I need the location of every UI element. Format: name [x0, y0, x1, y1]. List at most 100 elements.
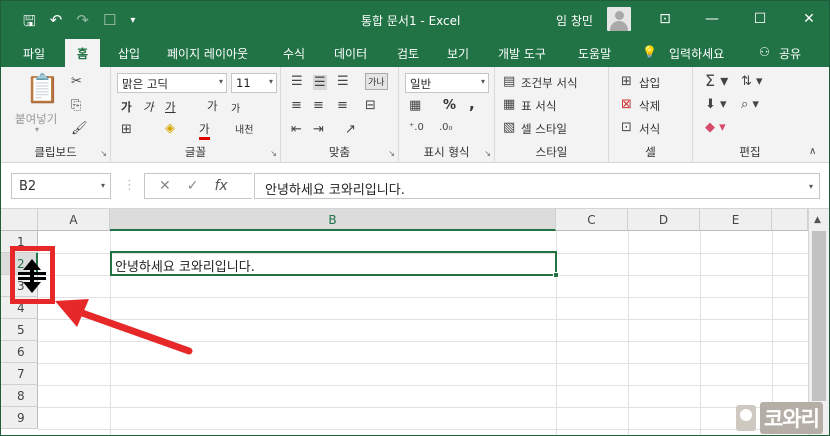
- column-header-c[interactable]: C: [556, 209, 628, 231]
- decrease-font-button[interactable]: 가: [231, 100, 240, 115]
- paste-dropdown-icon[interactable]: ▾: [35, 125, 39, 134]
- ribbon-display-icon[interactable]: ⊡: [652, 7, 678, 31]
- column-header-d[interactable]: D: [628, 209, 700, 231]
- italic-button[interactable]: 가: [143, 99, 154, 115]
- enter-icon[interactable]: ✓: [187, 178, 199, 194]
- wrap-text-button[interactable]: 가나: [365, 73, 388, 90]
- conditional-format-button[interactable]: 조건부 서식: [521, 75, 578, 91]
- font-launcher-icon[interactable]: ↘: [270, 149, 277, 158]
- row-header-8[interactable]: 8: [1, 385, 38, 407]
- tab-home[interactable]: 홈: [65, 39, 101, 67]
- phonetic-button[interactable]: 내천: [235, 121, 253, 136]
- decrease-decimal-icon[interactable]: .0₀: [439, 123, 453, 133]
- format-table-button[interactable]: 표 서식: [521, 98, 556, 114]
- find-select-icon[interactable]: ⌕ ▾: [741, 98, 759, 111]
- border-icon[interactable]: ⊞: [121, 123, 132, 136]
- font-size-select[interactable]: 11 ▾: [231, 73, 277, 93]
- increase-font-button[interactable]: 가: [207, 98, 218, 114]
- cell-styles-icon[interactable]: ▧: [503, 121, 515, 134]
- orientation-icon[interactable]: ↗: [345, 123, 356, 136]
- customize-qat-icon[interactable]: ▾: [130, 11, 135, 36]
- cell-b2[interactable]: 안녕하세요 코와리입니다.: [110, 251, 559, 278]
- cut-icon[interactable]: ✂: [71, 75, 82, 88]
- increase-decimal-icon[interactable]: ⁺.0: [409, 123, 424, 133]
- tab-data[interactable]: 데이터: [334, 45, 367, 62]
- insert-cells-button[interactable]: 삽입: [639, 75, 660, 91]
- font-color-button[interactable]: 가: [199, 121, 210, 140]
- user-name[interactable]: 임 창민: [556, 12, 593, 29]
- collapse-ribbon-icon[interactable]: ∧: [809, 147, 816, 157]
- align-bottom-icon[interactable]: ☰: [337, 75, 349, 88]
- scroll-thumb[interactable]: [812, 231, 826, 401]
- gridline: [628, 231, 629, 435]
- format-cells-icon[interactable]: ⊡: [621, 121, 632, 134]
- row-header-6[interactable]: 6: [1, 341, 38, 363]
- conditional-format-icon[interactable]: ▤: [503, 75, 515, 88]
- align-center-icon[interactable]: ≡: [313, 99, 324, 112]
- name-box[interactable]: B2 ▾: [11, 173, 111, 199]
- fill-color-icon[interactable]: ◈: [165, 122, 175, 135]
- number-format-select[interactable]: 일반 ▾: [405, 73, 489, 93]
- percent-button[interactable]: %: [443, 98, 456, 113]
- close-icon[interactable]: ✕: [796, 7, 822, 31]
- column-header-e[interactable]: E: [700, 209, 772, 231]
- cell-styles-button[interactable]: 셀 스타일: [521, 121, 567, 137]
- save-icon[interactable]: 🖫: [23, 11, 36, 36]
- formula-input[interactable]: 안녕하세요 코와리입니다. ▾: [254, 173, 820, 199]
- bold-button[interactable]: 가: [121, 99, 132, 115]
- copy-icon[interactable]: ⎘: [71, 99, 81, 112]
- column-header-a[interactable]: A: [38, 209, 110, 231]
- tab-insert[interactable]: 삽입: [118, 45, 140, 62]
- row-header-7[interactable]: 7: [1, 363, 38, 385]
- font-name-select[interactable]: 맑은 고딕 ▾: [117, 73, 227, 93]
- format-table-icon[interactable]: ▦: [503, 98, 515, 111]
- tab-help[interactable]: 도움말: [578, 45, 611, 62]
- accounting-icon[interactable]: ▦: [409, 99, 421, 112]
- autosum-icon[interactable]: Σ ▾: [705, 73, 728, 89]
- alignment-launcher-icon[interactable]: ↘: [388, 149, 395, 158]
- clear-icon[interactable]: ◆ ▾: [705, 121, 726, 134]
- format-cells-button[interactable]: 서식: [639, 121, 660, 137]
- insert-function-icon[interactable]: fx: [214, 178, 227, 194]
- align-top-icon[interactable]: ☰: [291, 75, 303, 88]
- tab-formulas[interactable]: 수식: [283, 45, 305, 62]
- column-header-b[interactable]: B: [110, 209, 556, 231]
- tab-page-layout[interactable]: 페이지 레이아웃: [167, 45, 248, 62]
- sort-filter-icon[interactable]: ⇅ ▾: [741, 75, 763, 88]
- delete-cells-button[interactable]: 삭제: [639, 98, 660, 114]
- align-middle-icon[interactable]: ☰: [313, 75, 327, 90]
- tab-review[interactable]: 검토: [397, 45, 419, 62]
- minimize-icon[interactable]: —: [699, 7, 725, 31]
- align-left-icon[interactable]: ≡: [291, 99, 302, 112]
- format-painter-icon[interactable]: 🖌: [71, 122, 88, 135]
- tab-file[interactable]: 파일: [23, 45, 45, 62]
- undo-icon[interactable]: ↶: [50, 11, 63, 36]
- scroll-up-icon[interactable]: ▲: [814, 215, 821, 225]
- group-label-font: 글꼴: [184, 145, 207, 159]
- paste-icon[interactable]: 📋: [25, 75, 60, 103]
- number-launcher-icon[interactable]: ↘: [484, 149, 491, 158]
- fill-icon[interactable]: ⬇ ▾: [705, 98, 727, 111]
- touch-mode-icon[interactable]: ☐: [103, 11, 116, 36]
- indent-decrease-icon[interactable]: ⇤: [291, 123, 302, 136]
- underline-button[interactable]: 가: [165, 99, 176, 115]
- tab-view[interactable]: 보기: [447, 45, 469, 62]
- avatar[interactable]: [607, 7, 631, 31]
- indent-increase-icon[interactable]: ⇥: [313, 123, 324, 136]
- select-all-corner[interactable]: [1, 209, 38, 231]
- insert-cells-icon[interactable]: ⊞: [621, 75, 632, 88]
- cancel-icon[interactable]: ✕: [159, 178, 171, 194]
- clipboard-launcher-icon[interactable]: ↘: [100, 149, 107, 158]
- merge-icon[interactable]: ⊟: [365, 99, 376, 112]
- tell-me-input[interactable]: 입력하세요: [669, 45, 724, 62]
- redo-icon[interactable]: ↷: [76, 11, 89, 36]
- delete-cells-icon[interactable]: ⊠: [621, 98, 632, 111]
- row-header-9[interactable]: 9: [1, 407, 38, 429]
- tab-developer[interactable]: 개발 도구: [498, 45, 546, 62]
- maximize-icon[interactable]: ☐: [747, 7, 773, 31]
- align-right-icon[interactable]: ≡: [337, 99, 348, 112]
- comma-button[interactable]: ,: [469, 95, 475, 113]
- fill-handle[interactable]: [553, 272, 559, 278]
- share-button[interactable]: 공유: [779, 45, 801, 62]
- row-header-5[interactable]: 5: [1, 319, 38, 341]
